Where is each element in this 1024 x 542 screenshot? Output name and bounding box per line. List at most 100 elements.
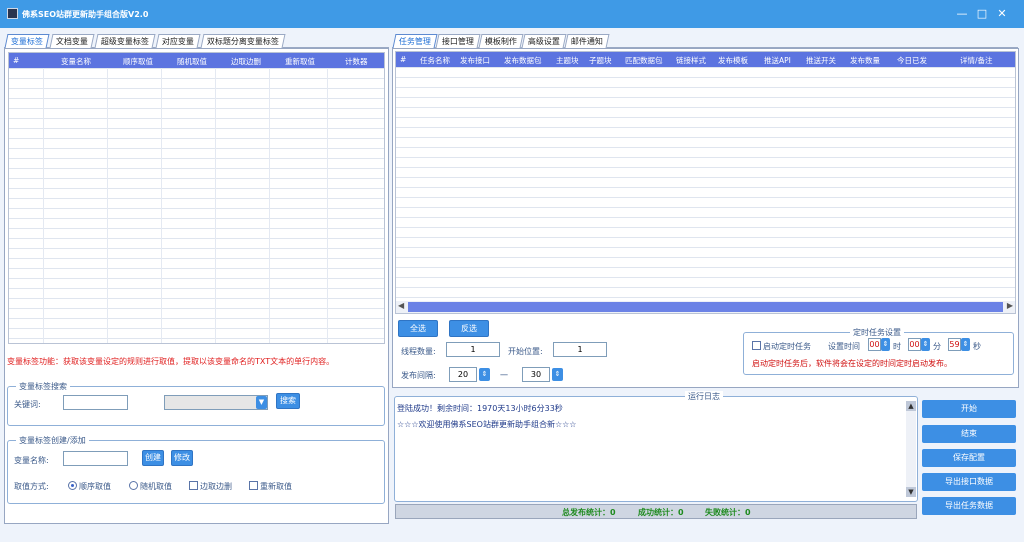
tab-advanced-settings[interactable]: 高级设置: [521, 34, 567, 48]
select-all-button[interactable]: 全选: [398, 320, 438, 337]
tab-template-make[interactable]: 模板制作: [478, 34, 524, 48]
keyword-label: 关键词:: [14, 400, 41, 409]
minimize-icon[interactable]: —: [955, 7, 969, 21]
threads-input[interactable]: 1: [446, 342, 500, 357]
invert-select-button[interactable]: 反选: [449, 320, 489, 337]
keyword-input[interactable]: [63, 395, 128, 410]
col-match-package: 匹配数据包: [625, 56, 663, 65]
scroll-right-icon[interactable]: ▶: [1007, 301, 1013, 310]
mode-random-radio[interactable]: [129, 481, 138, 490]
col-task-name: 任务名称: [420, 56, 450, 65]
export-interface-button[interactable]: 导出接口数据: [922, 473, 1016, 491]
col-sub-topic: 子题块: [589, 56, 612, 65]
enable-schedule-checkbox[interactable]: [752, 341, 761, 350]
minute-input[interactable]: 00: [908, 338, 921, 351]
right-tab-strip: 任务管理 接口管理 模板制作 高级设置 邮件通知: [392, 32, 1018, 48]
col-publish-interface: 发布接口: [460, 56, 490, 65]
mode-label: 取值方式:: [14, 482, 49, 491]
retake-checkbox[interactable]: [249, 481, 258, 490]
take-delete-label: 边取边删: [200, 482, 232, 491]
log-group: 运行日志 登陆成功！剩余时间：1970天13小时6分33秒 ☆☆☆欢迎使用佛系S…: [394, 391, 918, 502]
variable-select[interactable]: [164, 395, 268, 410]
horizontal-scrollbar[interactable]: ◀ ▶: [396, 301, 1015, 313]
schedule-group: 定时任务设置 启动定时任务 设置时间 00 ⇕ 时 00 ⇕ 分 59 ⇕ 秒 …: [743, 327, 1014, 375]
minute-unit: 分: [933, 342, 941, 351]
minute-spinner[interactable]: ⇕: [921, 338, 930, 351]
tab-variable-label[interactable]: 变量标签: [4, 34, 50, 48]
create-group: 变量标签创建/添加 变量名称: 创建 修改 取值方式: 顺序取值 随机取值 边取…: [7, 435, 385, 504]
search-group: 变量标签搜索 关键词: ▼ 搜索: [7, 381, 385, 426]
var-name-input[interactable]: [63, 451, 128, 466]
chevron-down-icon[interactable]: ▼: [256, 396, 267, 409]
variable-table[interactable]: # 变量名称 顺序取值 随机取值 边取边删 重新取值 计数器: [8, 52, 385, 344]
schedule-legend: 定时任务设置: [850, 327, 904, 338]
col-counter: 计数器: [345, 57, 368, 66]
tab-email-notify[interactable]: 邮件通知: [564, 34, 610, 48]
hour-input[interactable]: 00: [868, 338, 881, 351]
interval-to-input[interactable]: 30: [522, 367, 550, 382]
col-index: #: [13, 56, 20, 65]
interval-label: 发布间隔:: [401, 371, 436, 380]
second-spinner[interactable]: ⇕: [961, 338, 970, 351]
search-legend: 变量标签搜索: [16, 381, 70, 392]
task-table[interactable]: # 任务名称 发布接口 发布数据包 主题块 子题块 匹配数据包 链接样式 发布模…: [395, 51, 1016, 314]
col-take-delete: 边取边删: [231, 57, 261, 66]
take-delete-checkbox[interactable]: [189, 481, 198, 490]
success-stat: 成功统计：0: [638, 508, 684, 517]
export-task-button[interactable]: 导出任务数据: [922, 497, 1016, 515]
task-panel: # 任务名称 发布接口 发布数据包 主题块 子题块 匹配数据包 链接样式 发布模…: [392, 48, 1019, 388]
col-push-api: 推送API: [764, 56, 791, 65]
set-time-label: 设置时间: [828, 342, 860, 351]
status-bar: 总发布统计：0 成功统计：0 失败统计：0: [395, 504, 917, 519]
fail-stat: 失败统计：0: [705, 508, 751, 517]
modify-button[interactable]: 修改: [171, 450, 193, 466]
save-config-button[interactable]: 保存配置: [922, 449, 1016, 467]
task-table-body: [396, 67, 1015, 301]
task-table-header: # 任务名称 发布接口 发布数据包 主题块 子题块 匹配数据包 链接样式 发布模…: [396, 52, 1015, 67]
search-button[interactable]: 搜索: [276, 393, 300, 409]
left-panel: # 变量名称 顺序取值 随机取值 边取边删 重新取值 计数器 变量标签功能：获取…: [4, 48, 389, 524]
total-stat: 总发布统计：0: [562, 508, 616, 517]
scroll-down-icon[interactable]: ▼: [906, 487, 916, 497]
log-line: 登陆成功！剩余时间：1970天13小时6分33秒: [397, 404, 563, 413]
col-data-package: 发布数据包: [504, 56, 542, 65]
left-tab-strip: 变量标签 文档变量 超级变量标签 对应变量 双标题分离变量标签: [4, 32, 389, 48]
tab-task-manage[interactable]: 任务管理: [392, 34, 438, 48]
col-link-style: 链接样式: [676, 56, 706, 65]
variable-table-header: # 变量名称 顺序取值 随机取值 边取边删 重新取值 计数器: [9, 53, 384, 68]
start-button[interactable]: 开始: [922, 400, 1016, 418]
start-pos-input[interactable]: 1: [553, 342, 607, 357]
col-var-name: 变量名称: [61, 57, 91, 66]
stop-button[interactable]: 结束: [922, 425, 1016, 443]
create-button[interactable]: 创建: [142, 450, 164, 466]
scroll-left-icon[interactable]: ◀: [398, 301, 404, 310]
variable-hint: 变量标签功能：获取该变量设定的规则进行取值，提取以该变量命名的TXT文本的单行内…: [7, 357, 335, 366]
window-title: 佛系SEO站群更新助手组合版V2.0: [22, 10, 149, 19]
tab-mapped-variable[interactable]: 对应变量: [155, 34, 201, 48]
col-today-sent: 今日已发: [897, 56, 927, 65]
close-icon[interactable]: ✕: [995, 7, 1009, 21]
main-window: 变量标签 文档变量 超级变量标签 对应变量 双标题分离变量标签 # 变量名称 顺…: [0, 28, 1024, 542]
log-line: ☆☆☆欢迎使用佛系SEO站群更新助手组合新☆☆☆: [397, 420, 577, 429]
tab-document-variable[interactable]: 文档变量: [49, 34, 95, 48]
col-sequential: 顺序取值: [123, 57, 153, 66]
log-scrollbar[interactable]: ▲ ▼: [906, 401, 916, 497]
maximize-icon[interactable]: □: [975, 7, 989, 21]
scroll-up-icon[interactable]: ▲: [906, 401, 916, 411]
hour-spinner[interactable]: ⇕: [881, 338, 890, 351]
col-main-topic: 主题块: [556, 56, 579, 65]
interval-dash: 一: [500, 371, 508, 380]
interval-from-input[interactable]: 20: [449, 367, 477, 382]
title-bar: 佛系SEO站群更新助手组合版V2.0 — □ ✕: [0, 0, 1024, 28]
schedule-note: 启动定时任务后，软件将会在设定的时间定时启动发布。: [752, 359, 952, 368]
app-icon: [7, 8, 18, 19]
tab-interface-manage[interactable]: 接口管理: [435, 34, 481, 48]
hour-unit: 时: [893, 342, 901, 351]
interval-from-spinner[interactable]: ⇕: [479, 368, 490, 381]
tab-super-variable[interactable]: 超级变量标签: [94, 34, 156, 48]
enable-schedule-label: 启动定时任务: [763, 342, 811, 351]
mode-sequential-radio[interactable]: [68, 481, 77, 490]
tab-dual-title-variable[interactable]: 双标题分离变量标签: [200, 34, 286, 48]
second-input[interactable]: 59: [948, 338, 961, 351]
interval-to-spinner[interactable]: ⇕: [552, 368, 563, 381]
